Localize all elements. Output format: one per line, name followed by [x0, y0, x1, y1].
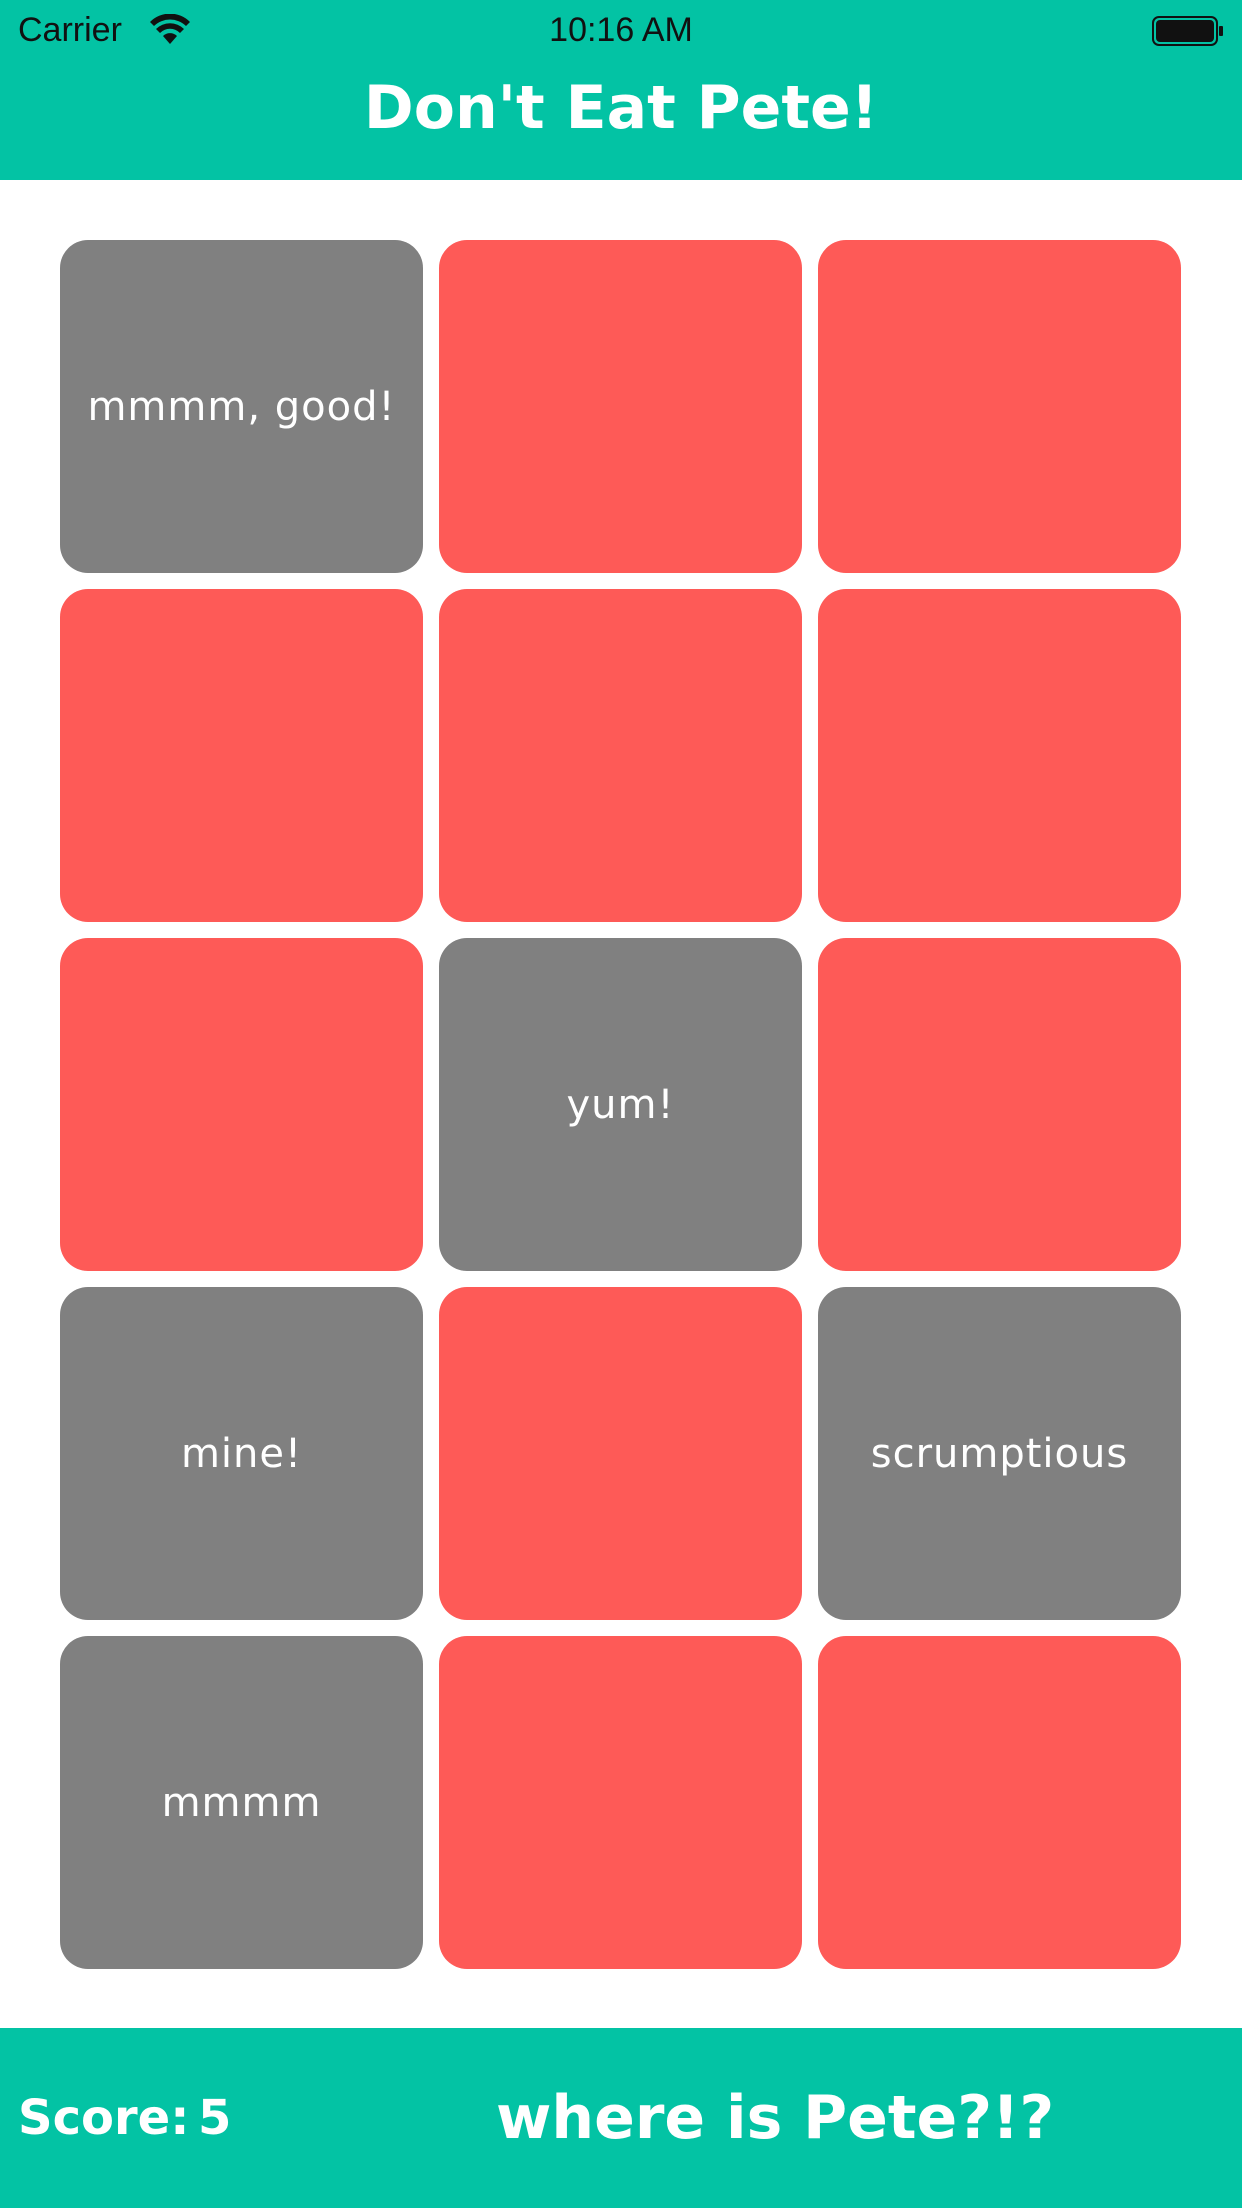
game-title: Don't Eat Pete!: [363, 73, 879, 143]
score-value: 5: [198, 2090, 232, 2146]
tile-revealed[interactable]: yum!: [439, 938, 802, 1271]
tile-hidden[interactable]: [818, 240, 1181, 573]
battery-icon: [1152, 16, 1223, 46]
tile-hidden[interactable]: [439, 1636, 802, 1969]
status-time: 10:16 AM: [549, 11, 693, 49]
tile-revealed[interactable]: scrumptious: [818, 1287, 1181, 1620]
status-message: where is Pete?!?: [496, 2083, 1055, 2153]
tile-hidden[interactable]: [439, 1287, 802, 1620]
game-board: mmmm, good! yum! mine! scrumptious mmmm: [60, 240, 1182, 1969]
tile-hidden[interactable]: [60, 938, 423, 1271]
tile-revealed[interactable]: mmmm: [60, 1636, 423, 1969]
tile-hidden[interactable]: [818, 1636, 1181, 1969]
tile-hidden[interactable]: [818, 589, 1181, 922]
tile-hidden[interactable]: [818, 938, 1181, 1271]
footer-bar: Score: 5 where is Pete?!?: [0, 2028, 1242, 2208]
tile-hidden[interactable]: [60, 589, 423, 922]
tile-hidden[interactable]: [439, 240, 802, 573]
tile-revealed[interactable]: mine!: [60, 1287, 423, 1620]
tile-revealed[interactable]: mmmm, good!: [60, 240, 423, 573]
score-label: Score:: [18, 2090, 190, 2146]
tile-hidden[interactable]: [439, 589, 802, 922]
status-bar: Carrier 10:16 AM: [0, 0, 1242, 60]
header-bar: Carrier 10:16 AM Don't Eat Pete!: [0, 0, 1242, 180]
